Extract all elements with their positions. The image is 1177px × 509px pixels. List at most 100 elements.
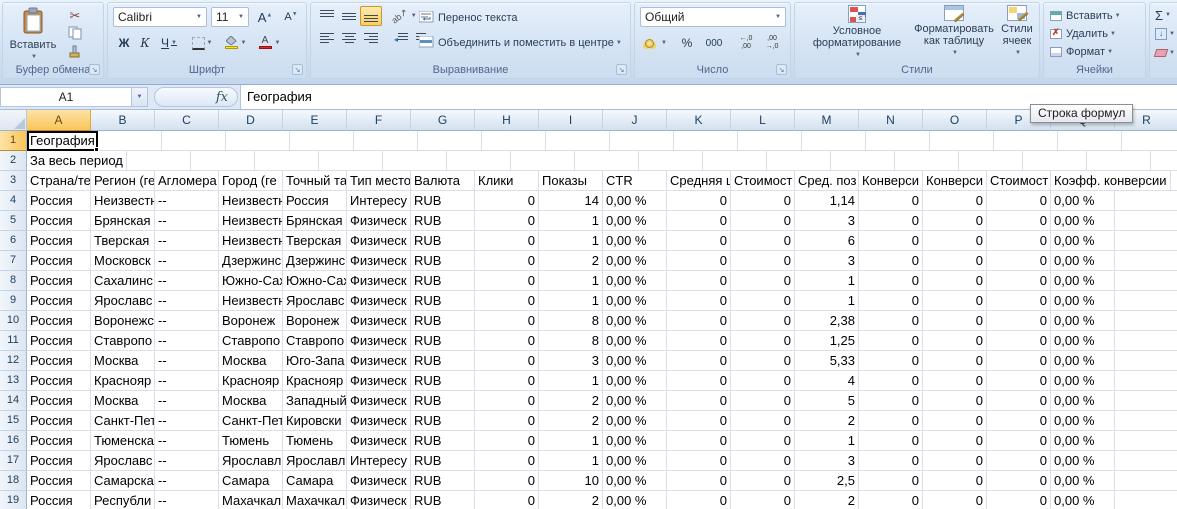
cell-A2[interactable]: За весь период [27,151,127,171]
cell-M4[interactable]: 1,14 [795,191,859,211]
cell-C9[interactable]: -- [155,291,219,311]
cell-J10[interactable]: 0,00 % [603,311,667,331]
cell-E8[interactable]: Южно-Сах [283,271,347,291]
cell-N5[interactable]: 0 [859,211,923,231]
cell-L10[interactable]: 0 [731,311,795,331]
cell-P16[interactable]: 0 [987,431,1051,451]
cell-P5[interactable]: 0 [987,211,1051,231]
row-header-11[interactable]: 11 [0,331,27,351]
cell-H14[interactable]: 0 [475,391,539,411]
clear-button[interactable]: ▼ [1155,44,1175,62]
cell-Q5[interactable]: 0,00 % [1051,211,1115,231]
cell-K12[interactable]: 0 [667,351,731,371]
cell-Q19[interactable]: 0,00 % [1051,491,1115,509]
cell-P11[interactable]: 0 [987,331,1051,351]
cell-N18[interactable]: 0 [859,471,923,491]
shrink-font-button[interactable]: A▼ [279,7,303,27]
format-cells-button[interactable]: Формат ▼ [1050,43,1113,61]
cell-N11[interactable]: 0 [859,331,923,351]
cell-L19[interactable]: 0 [731,491,795,509]
cell-F19[interactable]: Физическ [347,491,411,509]
cell-P15[interactable]: 0 [987,411,1051,431]
cell-L11[interactable]: 0 [731,331,795,351]
cell-L12[interactable]: 0 [731,351,795,371]
cell-C8[interactable]: -- [155,271,219,291]
cell-P19[interactable]: 0 [987,491,1051,509]
cell-D9[interactable]: Неизвестн [219,291,283,311]
column-header-A[interactable]: A [27,110,91,131]
cell-D10[interactable]: Воронеж [219,311,283,331]
cell-L3[interactable]: Стоимост [731,171,795,191]
cell-R9[interactable] [1115,291,1177,311]
cell-C3[interactable]: Агломера [155,171,219,191]
cell-B8[interactable]: Сахалинс [91,271,155,291]
cell-O14[interactable]: 0 [923,391,987,411]
cell-C19[interactable]: -- [155,491,219,509]
cell-H16[interactable]: 0 [475,431,539,451]
number-format-select[interactable]: Общий ▼ [640,7,786,27]
cell-D14[interactable]: Москва [219,391,283,411]
cell-R8[interactable] [1115,271,1177,291]
cell-K16[interactable]: 0 [667,431,731,451]
conditional-formatting-button[interactable]: ≤ Условное форматирование ▼ [803,5,911,67]
cell-F18[interactable]: Физическ [347,471,411,491]
cell-F9[interactable]: Физическ [347,291,411,311]
cell-A8[interactable]: Россия [27,271,91,291]
cell-M6[interactable]: 6 [795,231,859,251]
cell-J6[interactable]: 0,00 % [603,231,667,251]
cell-Q17[interactable]: 0,00 % [1051,451,1115,471]
cell-K2[interactable] [703,151,767,171]
cell-K15[interactable]: 0 [667,411,731,431]
cell-B1[interactable] [98,131,162,151]
align-top-button[interactable] [316,6,338,26]
cell-P10[interactable]: 0 [987,311,1051,331]
cell-B7[interactable]: Московск [91,251,155,271]
cell-B9[interactable]: Ярославс [91,291,155,311]
cell-C2[interactable] [191,151,255,171]
delete-cells-button[interactable]: ✗ Удалить ▼ [1050,25,1116,43]
cell-A10[interactable]: Россия [27,311,91,331]
cell-G1[interactable] [418,131,482,151]
column-header-B[interactable]: B [91,110,155,131]
cell-K19[interactable]: 0 [667,491,731,509]
cell-M1[interactable] [802,131,866,151]
decrease-indent-button[interactable]: ◂ [390,29,412,49]
cell-D5[interactable]: Неизвестн [219,211,283,231]
cell-E17[interactable]: Ярославл [283,451,347,471]
cell-R18[interactable] [1115,471,1177,491]
cell-O13[interactable]: 0 [923,371,987,391]
accounting-format-button[interactable]: ▼ [640,33,672,53]
cell-G7[interactable]: RUB [411,251,475,271]
cell-J7[interactable]: 0,00 % [603,251,667,271]
cell-G18[interactable]: RUB [411,471,475,491]
cell-I9[interactable]: 1 [539,291,603,311]
cell-N3[interactable]: Конверси [859,171,923,191]
cell-G16[interactable]: RUB [411,431,475,451]
cell-M19[interactable]: 2 [795,491,859,509]
row-header-6[interactable]: 6 [0,231,27,251]
cell-Q6[interactable]: 0,00 % [1051,231,1115,251]
font-name-select[interactable]: Calibri ▼ [113,7,207,27]
cell-E2[interactable] [319,151,383,171]
cell-H10[interactable]: 0 [475,311,539,331]
name-box[interactable]: A1 [0,87,132,107]
cell-M17[interactable]: 3 [795,451,859,471]
column-header-D[interactable]: D [219,110,283,131]
cell-C17[interactable]: -- [155,451,219,471]
fill-handle[interactable] [94,147,99,152]
cell-R14[interactable] [1115,391,1177,411]
cell-J5[interactable]: 0,00 % [603,211,667,231]
cell-P1[interactable] [994,131,1058,151]
cell-E14[interactable]: Западный [283,391,347,411]
cell-C15[interactable]: -- [155,411,219,431]
cell-J16[interactable]: 0,00 % [603,431,667,451]
cell-G2[interactable] [447,151,511,171]
cell-M7[interactable]: 3 [795,251,859,271]
cell-I8[interactable]: 1 [539,271,603,291]
cell-R1[interactable] [1122,131,1177,151]
cell-C10[interactable]: -- [155,311,219,331]
cell-F12[interactable]: Физическ [347,351,411,371]
cell-H2[interactable] [511,151,575,171]
cell-E4[interactable]: Россия [283,191,347,211]
select-all-corner[interactable] [0,110,27,131]
